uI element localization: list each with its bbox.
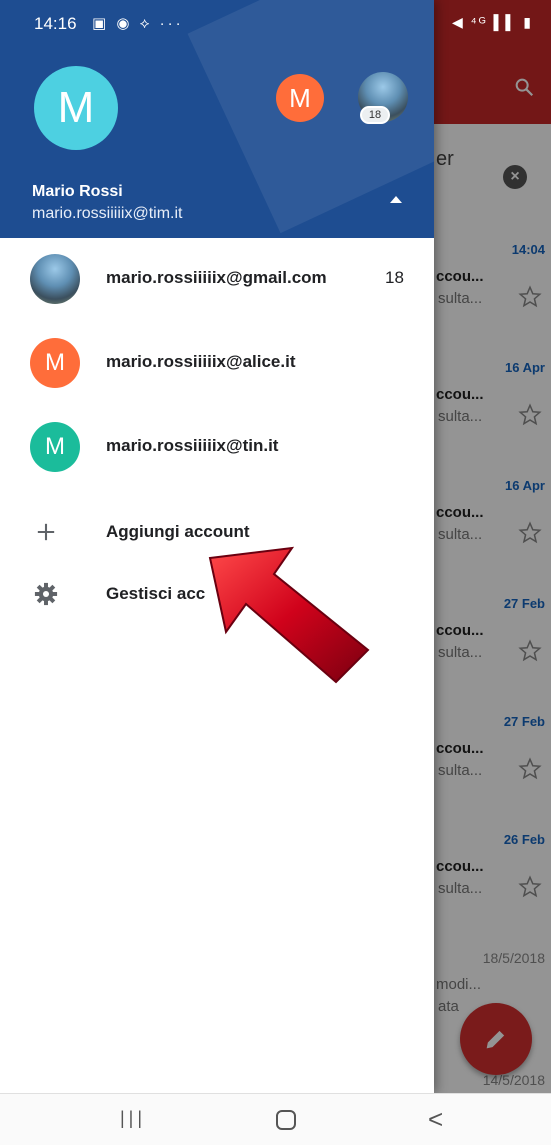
caret-up-icon[interactable] [390, 196, 402, 203]
account-item-tin[interactable]: M mario.rossiiiiix@tin.it [0, 408, 434, 492]
account-item-gmail[interactable]: mario.rossiiiiix@gmail.com 18 [0, 240, 434, 324]
home-button[interactable] [276, 1110, 296, 1130]
plus-icon [37, 523, 55, 541]
account-name: Mario Rossi [32, 183, 123, 200]
manage-accounts-label: Gestisci acc [106, 584, 206, 603]
avatar: M [30, 338, 80, 388]
avatar [30, 254, 80, 304]
back-button[interactable]: < [428, 1104, 443, 1135]
status-bar: 14:16 ▣ ◉ ⟡ ··· ◀ ⁴ᴳ ▌▌ ▮ [0, 0, 551, 44]
unread-count: 18 [385, 268, 404, 287]
recent-apps-button[interactable]: ||| [120, 1108, 146, 1129]
avatar: M [30, 422, 80, 472]
notification-icons: ▣ ◉ ⟡ ··· [92, 15, 184, 32]
add-account-label: Aggiungi account [106, 522, 250, 541]
gear-icon [34, 582, 58, 606]
account-email: mario.rossiiiiix@tin.it [106, 436, 279, 455]
account-email: mario.rossiiiiix@tim.it [32, 205, 183, 222]
status-time: 14:16 [34, 14, 77, 33]
signal-battery-icons: ◀ ⁴ᴳ ▌▌ ▮ [452, 14, 533, 30]
account-email: mario.rossiiiiix@gmail.com [106, 268, 327, 287]
red-arrow-annotation [208, 546, 370, 684]
account-item-alice[interactable]: M mario.rossiiiiix@alice.it [0, 324, 434, 408]
unread-count-badge: 18 [360, 106, 390, 124]
system-nav-bar: ||| < [0, 1093, 551, 1145]
account-switcher-avatar[interactable]: M [276, 74, 324, 122]
avatar[interactable]: M [34, 66, 118, 150]
account-email: mario.rossiiiiix@alice.it [106, 352, 296, 371]
